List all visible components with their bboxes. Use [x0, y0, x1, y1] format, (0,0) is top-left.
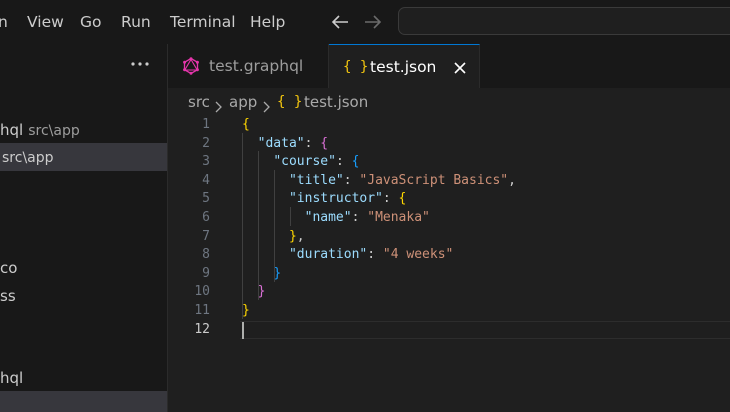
- menu-help[interactable]: Help: [250, 0, 285, 44]
- code-token: :: [335, 154, 352, 170]
- code-token: :: [351, 210, 368, 225]
- line-number: 12: [194, 321, 210, 337]
- file-item-graphql[interactable]: hql: [0, 364, 167, 392]
- breadcrumb-file[interactable]: test.json: [304, 90, 368, 114]
- title-bar: n View Go Run Terminal Help: [0, 0, 730, 44]
- tab-test-graphql[interactable]: test.graphql: [168, 44, 329, 88]
- tab-label: test.json: [370, 58, 437, 76]
- tab-label: test.graphql: [209, 57, 304, 75]
- indent-guide: [274, 170, 275, 282]
- code-token: "duration": [288, 247, 368, 263]
- line-number: 4: [202, 172, 210, 188]
- forward-arrow-icon[interactable]: [361, 10, 385, 34]
- code-line: "data": {: [242, 135, 328, 154]
- line-number: 11: [194, 303, 210, 318]
- editor-tabs: test.graphql { } test.json: [168, 44, 730, 88]
- editor-item-name: hql: [0, 121, 24, 139]
- code-token: "4 weeks": [382, 247, 454, 263]
- code-token: :: [343, 172, 360, 188]
- code-line: "title": "JavaScript Basics",: [242, 172, 516, 191]
- indent-guide: [242, 133, 243, 319]
- code-token: "title": [288, 172, 344, 188]
- code-token: {: [242, 117, 250, 132]
- menu-terminal[interactable]: Terminal: [170, 0, 236, 44]
- indent-guide: [290, 207, 291, 226]
- tab-test-json[interactable]: { } test.json: [329, 44, 480, 88]
- editor-item-graphql[interactable]: hql src\app: [0, 116, 167, 144]
- code-token: :: [304, 135, 321, 151]
- line-number: 9: [202, 265, 210, 281]
- code-line: {: [242, 116, 250, 135]
- code-editor[interactable]: 1 2 3 4 5 6 7 8 9 10 11 12 { "data": { "course": { …: [168, 114, 730, 412]
- line-number: 3: [202, 154, 210, 170]
- file-item[interactable]: ss: [0, 282, 167, 310]
- code-token: "name": [304, 210, 352, 225]
- code-line: }: [242, 265, 281, 284]
- code-line: }: [242, 302, 250, 321]
- code-token: :: [382, 191, 399, 207]
- code-token: }: [288, 228, 297, 244]
- editor-item-path: src\app: [28, 123, 80, 139]
- editor-item-json[interactable]: src\app: [0, 143, 167, 171]
- code-token: "JavaScript Basics": [359, 172, 509, 188]
- json-braces-icon: { }: [343, 59, 369, 75]
- back-arrow-icon[interactable]: [328, 10, 352, 34]
- code-token: {: [351, 154, 360, 170]
- line-number: 7: [202, 228, 210, 244]
- menu-go[interactable]: Go: [80, 0, 102, 44]
- code-token: "instructor": [288, 191, 383, 207]
- current-line-highlight: [240, 321, 730, 339]
- file-item-selected[interactable]: [0, 391, 167, 412]
- editor-item-path: src\app: [2, 150, 54, 166]
- breadcrumb-app[interactable]: app: [229, 90, 257, 114]
- file-item-name: co: [0, 259, 18, 277]
- line-number: 1: [202, 117, 210, 132]
- code-token: {: [398, 191, 407, 207]
- code-token: "data": [257, 135, 305, 151]
- code-line: "instructor": {: [242, 190, 406, 209]
- file-item-name: ss: [0, 287, 16, 305]
- code-line: "name": "Menaka": [242, 209, 430, 228]
- menu-view[interactable]: View: [27, 0, 64, 44]
- code-line: "course": {: [242, 153, 359, 172]
- json-braces-icon: { }: [277, 94, 303, 110]
- more-actions-icon[interactable]: [126, 54, 154, 74]
- code-token: ,: [296, 228, 305, 244]
- line-number: 5: [202, 191, 210, 207]
- menu-file-partial[interactable]: n: [0, 0, 8, 44]
- code-token: "Menaka": [367, 210, 430, 225]
- line-number: 6: [202, 210, 210, 225]
- code-token: }: [242, 303, 250, 318]
- menu-run[interactable]: Run: [121, 0, 151, 44]
- code-line: }: [242, 283, 266, 302]
- line-number: 10: [194, 284, 210, 300]
- code-token: ,: [508, 172, 516, 188]
- code-token: :: [367, 247, 383, 263]
- explorer-sidebar: hql src\app src\app co ss hql: [0, 44, 168, 412]
- text-cursor: [242, 322, 244, 339]
- indent-guide: [258, 151, 259, 300]
- line-number: 8: [202, 247, 210, 263]
- code-token: "course": [273, 154, 336, 170]
- file-item-name: hql: [0, 369, 24, 387]
- close-icon[interactable]: [453, 60, 467, 79]
- command-center-search[interactable]: [398, 7, 730, 35]
- file-item[interactable]: co: [0, 254, 167, 282]
- graphql-icon: [182, 57, 200, 79]
- line-number: 2: [202, 135, 210, 151]
- breadcrumb-src[interactable]: src: [188, 90, 210, 114]
- code-token: {: [320, 135, 329, 151]
